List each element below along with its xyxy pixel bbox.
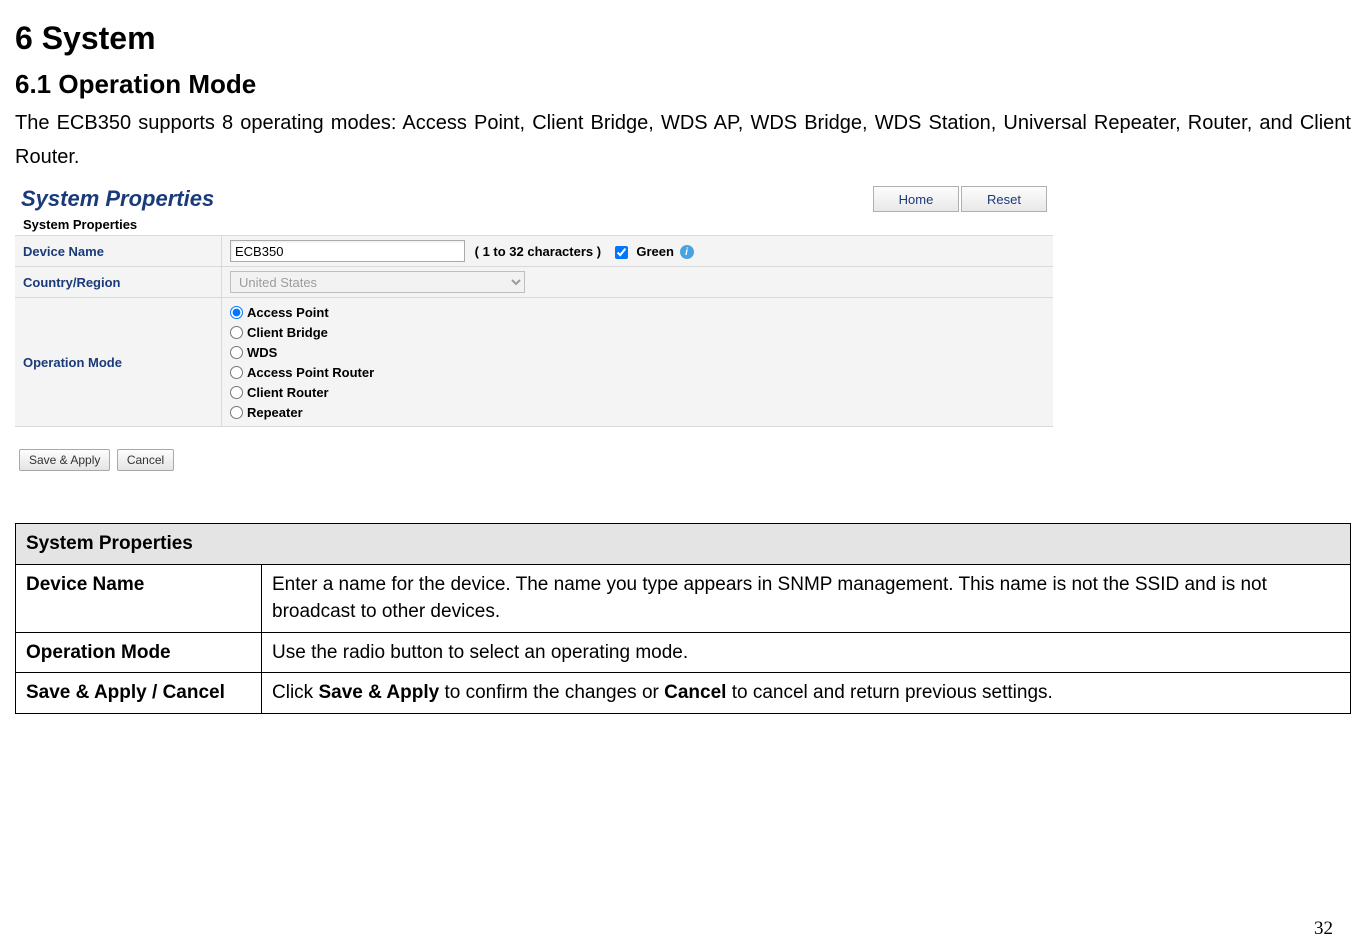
radio-client-bridge[interactable] bbox=[230, 326, 243, 339]
radio-repeater[interactable] bbox=[230, 406, 243, 419]
page-number: 32 bbox=[1314, 918, 1333, 940]
device-name-hint: ( 1 to 32 characters ) bbox=[475, 244, 601, 259]
country-select[interactable]: United States bbox=[230, 271, 525, 293]
text-fragment: Click bbox=[272, 682, 318, 703]
text-fragment: to cancel and return previous settings. bbox=[726, 682, 1052, 703]
save-apply-button[interactable]: Save & Apply bbox=[19, 449, 110, 471]
description-table: System Properties Device Name Enter a na… bbox=[15, 523, 1351, 714]
radio-label-cr: Client Router bbox=[247, 385, 329, 400]
desc-val-save-cancel: Click Save & Apply to confirm the change… bbox=[262, 673, 1351, 714]
device-name-input[interactable] bbox=[230, 240, 465, 262]
device-name-label: Device Name bbox=[15, 236, 222, 267]
cancel-button[interactable]: Cancel bbox=[117, 449, 174, 471]
text-fragment: to confirm the changes or bbox=[439, 682, 664, 703]
section-header: System Properties bbox=[15, 214, 1053, 236]
radio-label-cb: Client Bridge bbox=[247, 325, 328, 340]
intro-paragraph: The ECB350 supports 8 operating modes: A… bbox=[15, 106, 1351, 174]
desc-key-device-name: Device Name bbox=[16, 564, 262, 632]
bold-save-apply: Save & Apply bbox=[318, 682, 439, 703]
heading-operation-mode: 6.1 Operation Mode bbox=[15, 69, 1351, 100]
radio-label-rep: Repeater bbox=[247, 405, 303, 420]
desc-key-save-cancel: Save & Apply / Cancel bbox=[16, 673, 262, 714]
desc-val-device-name: Enter a name for the device. The name yo… bbox=[262, 564, 1351, 632]
system-properties-screenshot: System Properties Home Reset System Prop… bbox=[15, 182, 1053, 475]
green-checkbox[interactable] bbox=[615, 246, 628, 259]
radio-access-point[interactable] bbox=[230, 306, 243, 319]
desc-key-opmode: Operation Mode bbox=[16, 632, 262, 673]
green-label: Green bbox=[636, 244, 674, 259]
radio-client-router[interactable] bbox=[230, 386, 243, 399]
radio-label-apr: Access Point Router bbox=[247, 365, 374, 380]
bold-cancel: Cancel bbox=[664, 682, 726, 703]
country-label: Country/Region bbox=[15, 267, 222, 298]
radio-ap-router[interactable] bbox=[230, 366, 243, 379]
home-button[interactable]: Home bbox=[873, 186, 959, 212]
radio-label-ap: Access Point bbox=[247, 305, 329, 320]
reset-button[interactable]: Reset bbox=[961, 186, 1047, 212]
table-row: Device Name Enter a name for the device.… bbox=[16, 564, 1351, 632]
radio-wds[interactable] bbox=[230, 346, 243, 359]
heading-system: 6 System bbox=[15, 20, 1351, 57]
table-row: Save & Apply / Cancel Click Save & Apply… bbox=[16, 673, 1351, 714]
desc-header: System Properties bbox=[16, 524, 1351, 565]
opmode-label: Operation Mode bbox=[15, 298, 222, 427]
panel-title: System Properties bbox=[21, 186, 871, 212]
table-row: Operation Mode Use the radio button to s… bbox=[16, 632, 1351, 673]
desc-val-opmode: Use the radio button to select an operat… bbox=[262, 632, 1351, 673]
radio-label-wds: WDS bbox=[247, 345, 277, 360]
info-icon[interactable]: i bbox=[680, 245, 694, 259]
